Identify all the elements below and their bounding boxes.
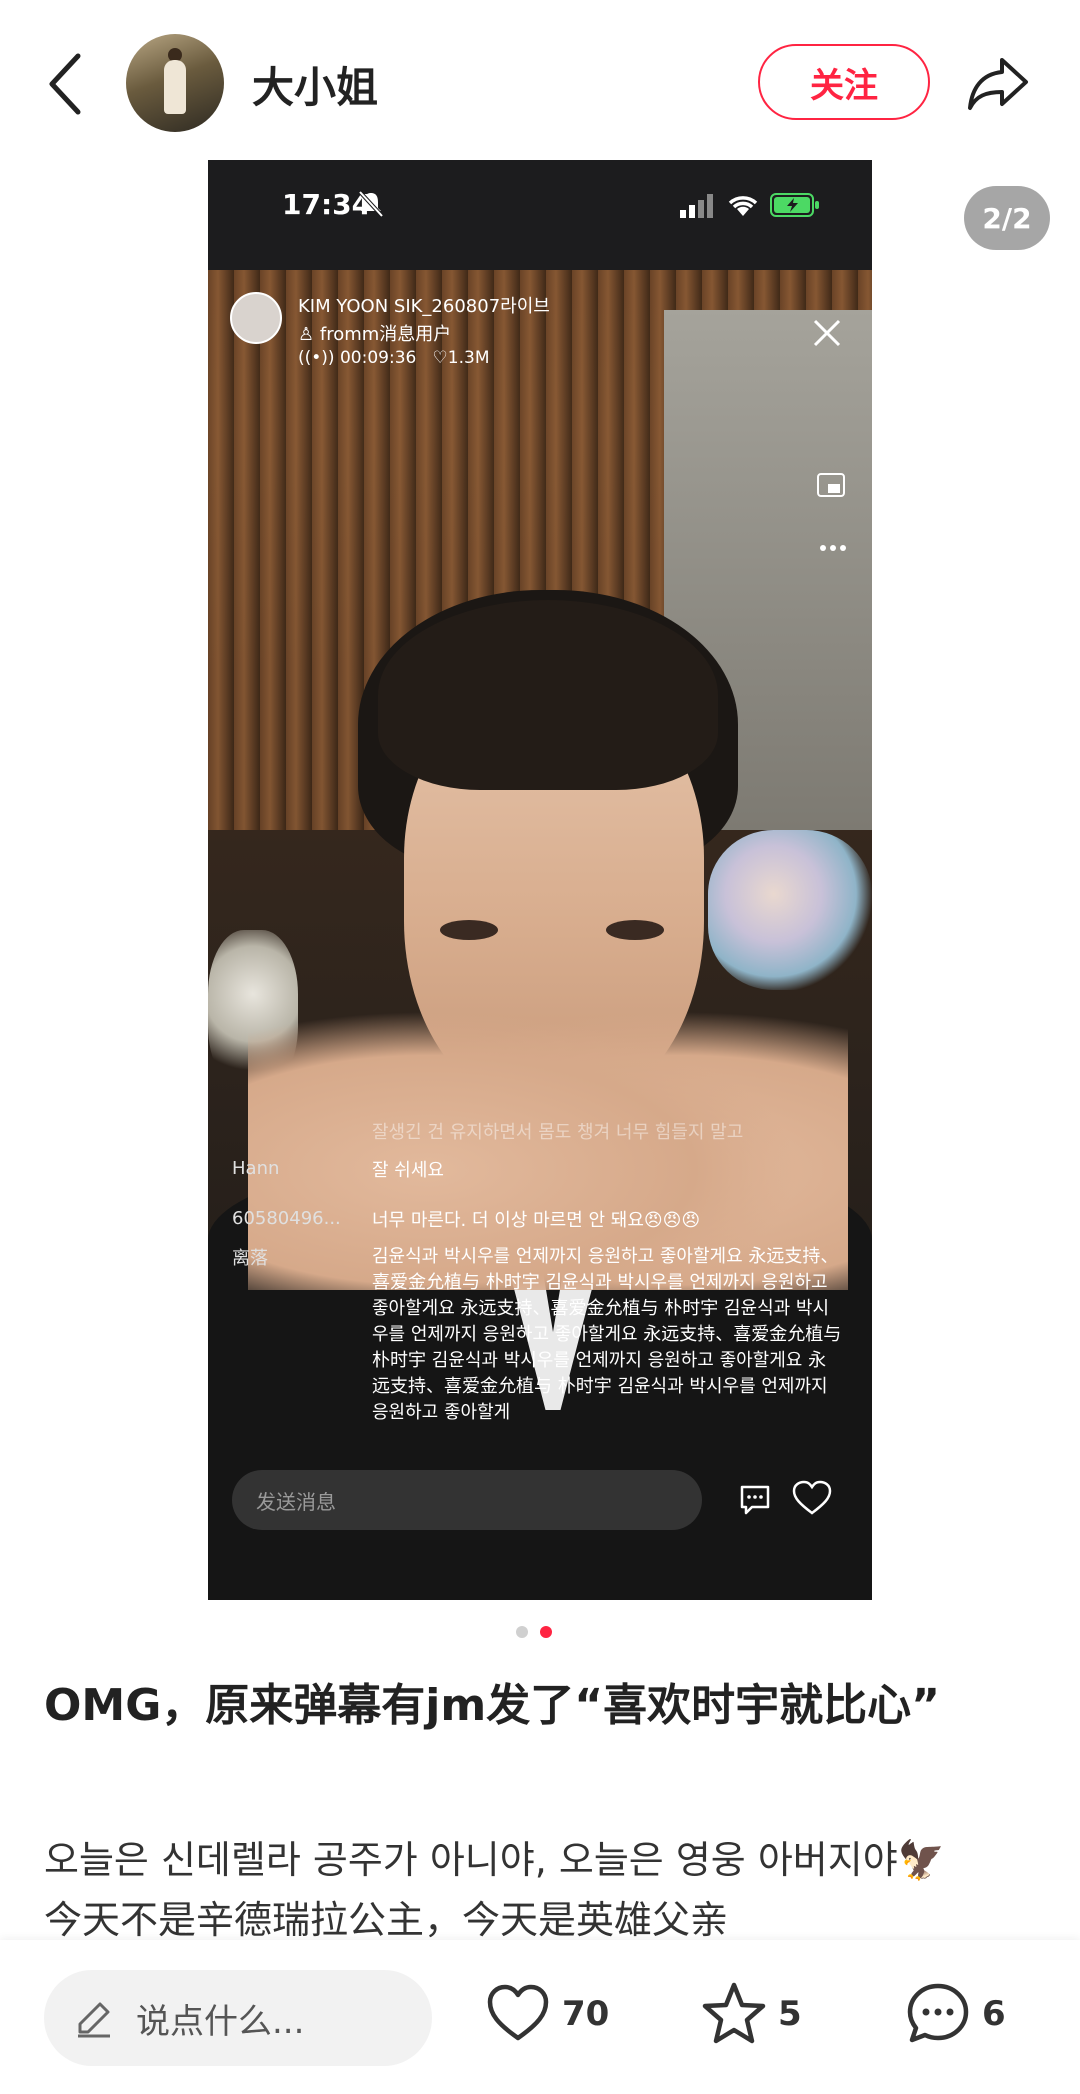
- live-title: KIM YOON SIK_260807라이브: [298, 296, 550, 317]
- post-body-line: 오늘은 신데렐라 공주가 아니야, 오늘은 영웅 아버지야🦅: [44, 1838, 945, 1882]
- comment-button[interactable]: 6: [904, 1978, 1006, 2050]
- heart-outline-icon: ♡: [432, 348, 448, 368]
- signal-icon: [680, 194, 713, 218]
- carousel-dots: [512, 1626, 572, 1640]
- battery-icon: [770, 193, 819, 217]
- live-info-overlay: KIM YOON SIK_260807라이브 ♙ fromm消息用户 ((•))…: [208, 270, 872, 551]
- live-stats: ((•)) 00:09:36 ♡1.3M: [298, 348, 490, 368]
- user-icon: ♙: [298, 324, 320, 345]
- muted-bell-icon: [358, 190, 384, 218]
- post-header: 大小姐 关注: [0, 0, 1080, 165]
- author-name[interactable]: 大小姐: [252, 54, 378, 115]
- bottom-action-bar: 说点什么... 70 5 6: [0, 1940, 1080, 2094]
- follow-button[interactable]: 关注: [758, 44, 930, 120]
- live-host: ♙ fromm消息用户: [298, 324, 452, 345]
- more-dots-icon: [820, 545, 846, 551]
- comment-input[interactable]: 说点什么...: [44, 1970, 432, 2066]
- comment-count: 6: [982, 1994, 1006, 2034]
- send-message-input: 发送消息: [232, 1470, 702, 1530]
- page-indicator-badge: 2/2: [964, 186, 1050, 250]
- like-button[interactable]: 70: [484, 1978, 609, 2050]
- heart-icon: [792, 1480, 832, 1515]
- post-title: OMG，原来弹幕有jm发了“喜欢时宇就比心”: [44, 1680, 941, 1731]
- streamer-avatar: [230, 292, 282, 344]
- carousel-dot[interactable]: [516, 1626, 528, 1638]
- live-duration: 00:09:36: [339, 348, 417, 368]
- phone-status-bar: 17:34: [208, 160, 872, 270]
- post-image[interactable]: 17:34 KIM YOON SIK_260807라이브 ♙ fromm消息用户…: [208, 160, 872, 1600]
- comment-placeholder: 说点什么...: [136, 2001, 305, 2042]
- back-arrow-icon[interactable]: [44, 48, 88, 120]
- live-likes: 1.3M: [447, 348, 490, 368]
- post-body: 오늘은 신데렐라 공주가 아니야, 오늘은 영웅 아버지야🦅 今天不是辛德瑞拉公…: [44, 1830, 1044, 1940]
- chat-icon: [740, 1485, 770, 1515]
- collect-button[interactable]: 5: [700, 1978, 802, 2050]
- speech-bubble-icon: [907, 1983, 969, 2043]
- picture-in-picture-icon: [817, 473, 845, 497]
- author-avatar[interactable]: [126, 34, 224, 132]
- like-count: 70: [562, 1994, 610, 2034]
- share-icon[interactable]: [966, 52, 1030, 112]
- broadcast-icon: ((•)): [298, 348, 340, 368]
- close-icon: [813, 319, 841, 347]
- heart-icon: [487, 1984, 549, 2041]
- wifi-icon: [728, 196, 758, 216]
- star-icon: [702, 1982, 766, 2044]
- carousel-dot-active[interactable]: [540, 1626, 552, 1638]
- collect-count: 5: [778, 1994, 802, 2034]
- pencil-icon: [78, 2002, 110, 2038]
- post-body-line: 今天不是辛德瑞拉公主，今天是英雄父亲: [44, 1898, 729, 1940]
